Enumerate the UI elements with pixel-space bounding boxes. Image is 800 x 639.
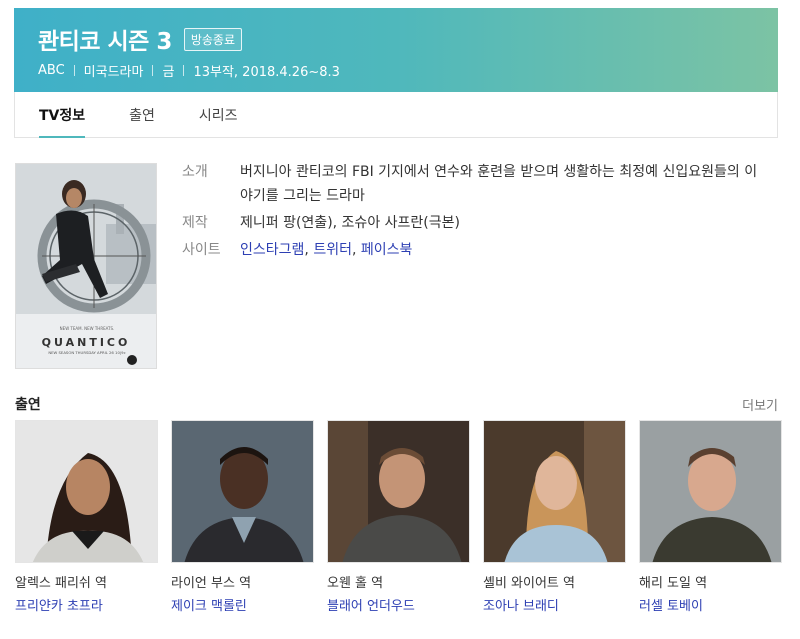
meta-airday: 금 bbox=[162, 65, 175, 80]
show-meta: ABC 미국드라마 금 13부작, 2018.4.26~8.3 bbox=[38, 61, 340, 80]
show-title[interactable]: 콴티코 시즌 3 bbox=[38, 22, 172, 56]
meta-genre: 미국드라마 bbox=[83, 65, 144, 80]
cast-list: 알렉스 패리쉬 역 프리얀카 초프라 라이언 부스 역 제이크 맥롤린 오웬 홀… bbox=[15, 420, 782, 616]
site-link-facebook[interactable]: 페이스북 bbox=[361, 242, 413, 258]
actor-portrait bbox=[16, 421, 157, 562]
status-badge: 방송종료 bbox=[183, 27, 242, 51]
cast-card[interactable]: 셸비 와이어트 역 조아나 브래디 bbox=[483, 420, 626, 616]
cast-card[interactable]: 라이언 부스 역 제이크 맥롤린 bbox=[171, 420, 314, 616]
cast-more-link[interactable]: 더보기 bbox=[742, 395, 778, 414]
actor-portrait bbox=[172, 421, 313, 562]
cast-actor-link[interactable]: 러셀 토베이 bbox=[639, 598, 782, 616]
production-label: 제작 bbox=[182, 215, 208, 231]
info-site-row: 사이트 인스타그램, 트위터, 페이스북 bbox=[182, 238, 762, 262]
cast-actor-link[interactable]: 프리얀카 초프라 bbox=[15, 598, 158, 616]
show-poster[interactable]: NEW TEAM. NEW THREATS. NEW SEASON THURSD… bbox=[15, 163, 157, 369]
actor-portrait bbox=[484, 421, 625, 562]
cast-role: 라이언 부스 역 bbox=[171, 576, 252, 591]
cast-actor-link[interactable]: 블래어 언더우드 bbox=[327, 598, 470, 616]
actor-portrait bbox=[640, 421, 781, 562]
info-intro-row: 소개 버지니아 콴티코의 FBI 기지에서 연수와 훈련을 받으며 생활하는 최… bbox=[182, 160, 762, 208]
cast-actor-link[interactable]: 제이크 맥롤린 bbox=[171, 598, 314, 616]
cast-role: 오웬 홀 역 bbox=[327, 576, 384, 591]
cast-photo[interactable] bbox=[15, 420, 158, 563]
svg-text:NEW SEASON THURSDAY APRIL 26 1: NEW SEASON THURSDAY APRIL 26 10|9c bbox=[48, 350, 125, 355]
cast-photo[interactable] bbox=[171, 420, 314, 563]
meta-divider bbox=[152, 65, 154, 76]
cast-photo[interactable] bbox=[639, 420, 782, 563]
cast-card[interactable]: 오웬 홀 역 블래어 언더우드 bbox=[327, 420, 470, 616]
meta-divider bbox=[183, 65, 185, 76]
cast-role: 알렉스 패리쉬 역 bbox=[15, 576, 107, 591]
site-link-instagram[interactable]: 인스타그램 bbox=[240, 242, 304, 258]
cast-card[interactable]: 해리 도일 역 러셀 토베이 bbox=[639, 420, 782, 616]
site-link-twitter[interactable]: 트위터 bbox=[313, 242, 352, 258]
cast-section-title: 출연 bbox=[15, 397, 41, 413]
info-production-row: 제작 제니퍼 팡(연출), 조슈아 사프란(극본) bbox=[182, 211, 762, 235]
tab-series[interactable]: 시리즈 bbox=[177, 92, 260, 137]
cast-role: 셸비 와이어트 역 bbox=[483, 576, 575, 591]
cast-role: 해리 도일 역 bbox=[639, 576, 708, 591]
title-row: 콴티코 시즌 3 방송종료 bbox=[38, 22, 242, 56]
actor-portrait bbox=[328, 421, 469, 562]
cast-photo[interactable] bbox=[483, 420, 626, 563]
poster-logo-text: QUANTICO bbox=[41, 336, 131, 349]
svg-text:NEW TEAM. NEW THREATS.: NEW TEAM. NEW THREATS. bbox=[60, 326, 115, 331]
intro-label: 소개 bbox=[182, 164, 208, 180]
cast-section-header: 출연 더보기 bbox=[15, 394, 778, 414]
tab-bar: TV정보 출연 시리즈 bbox=[14, 92, 778, 138]
site-label: 사이트 bbox=[182, 242, 221, 258]
meta-episodes-dates: 13부작, 2018.4.26~8.3 bbox=[193, 65, 340, 80]
show-info: 소개 버지니아 콴티코의 FBI 기지에서 연수와 훈련을 받으며 생활하는 최… bbox=[182, 160, 762, 265]
tab-tv-info[interactable]: TV정보 bbox=[15, 92, 107, 138]
intro-text: 버지니아 콴티코의 FBI 기지에서 연수와 훈련을 받으며 생활하는 최정예 … bbox=[240, 164, 758, 204]
cast-actor-link[interactable]: 조아나 브래디 bbox=[483, 598, 626, 616]
tab-cast[interactable]: 출연 bbox=[107, 92, 177, 137]
cast-photo[interactable] bbox=[327, 420, 470, 563]
production-text: 제니퍼 팡(연출), 조슈아 사프란(극본) bbox=[240, 215, 460, 231]
site-links: 인스타그램, 트위터, 페이스북 bbox=[240, 242, 413, 258]
meta-network: ABC bbox=[38, 63, 65, 78]
meta-divider bbox=[73, 65, 75, 76]
cast-card[interactable]: 알렉스 패리쉬 역 프리얀카 초프라 bbox=[15, 420, 158, 616]
show-header: 콴티코 시즌 3 방송종료 ABC 미국드라마 금 13부작, 2018.4.2… bbox=[14, 8, 778, 92]
